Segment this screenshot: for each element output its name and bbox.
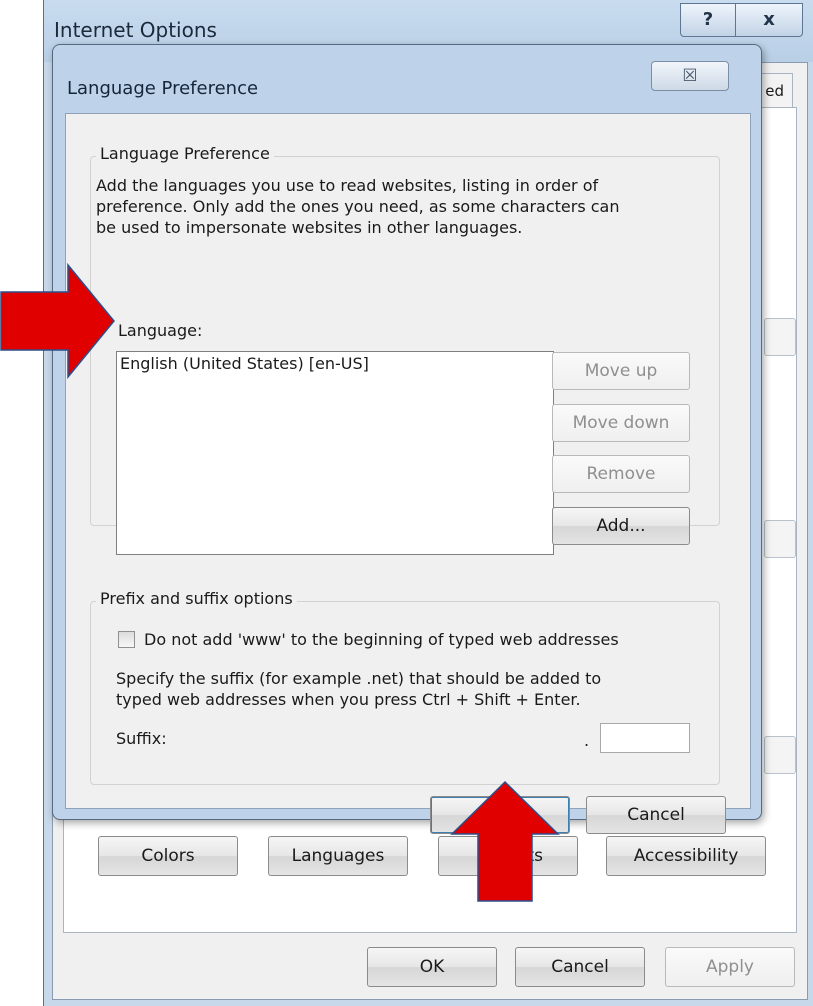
remove-button[interactable]: Remove (552, 455, 690, 493)
suffix-input[interactable] (600, 723, 690, 753)
language-description: Add the languages you use to read websit… (96, 175, 736, 238)
move-down-button[interactable]: Move down (552, 404, 690, 442)
dialog-close-button[interactable]: ☒ (651, 61, 729, 91)
suffix-description: Specify the suffix (for example .net) th… (116, 668, 716, 710)
accessibility-button[interactable]: Accessibility (606, 836, 766, 876)
language-list[interactable]: English (United States) [en-US] (116, 351, 554, 555)
window-title: Internet Options (54, 18, 217, 42)
description-line: typed web addresses when you press Ctrl … (116, 690, 581, 709)
hidden-button-edge (764, 736, 796, 774)
colors-button[interactable]: Colors (98, 836, 238, 876)
language-list-label: Language: (118, 321, 203, 340)
dialog-client-area: Language Preference Add the languages yo… (65, 113, 751, 834)
close-button[interactable]: x (735, 3, 803, 37)
apply-button[interactable]: Apply (665, 947, 795, 987)
right-arrow-annotation (0, 262, 115, 380)
hidden-button-edge (764, 318, 796, 356)
suffix-dot: . (584, 731, 590, 750)
dialog-cancel-button[interactable]: Cancel (586, 796, 726, 834)
www-checkbox[interactable] (118, 631, 135, 648)
www-checkbox-label[interactable]: Do not add 'www' to the beginning of typ… (144, 629, 619, 650)
dialog-title: Language Preference (67, 78, 259, 99)
tab-advanced-label: ed (765, 82, 784, 100)
add-button[interactable]: Add... (552, 507, 690, 545)
language-preference-dialog: Language Preference ☒ Language Preferenc… (52, 44, 762, 834)
description-line: preference. Only add the ones you need, … (96, 197, 620, 216)
languages-button[interactable]: Languages (268, 836, 408, 876)
hidden-button-edge (764, 520, 796, 558)
description-line: Specify the suffix (for example .net) th… (116, 669, 602, 688)
suffix-label: Suffix: (116, 729, 167, 748)
description-line: Add the languages you use to read websit… (96, 176, 599, 195)
up-arrow-annotation (450, 780, 560, 902)
list-item[interactable]: English (United States) [en-US] (120, 354, 369, 373)
close-icon: ☒ (682, 66, 698, 86)
language-group-legend: Language Preference (96, 144, 274, 163)
move-up-button[interactable]: Move up (552, 352, 690, 390)
cancel-button[interactable]: Cancel (515, 947, 645, 987)
ok-button[interactable]: OK (367, 947, 497, 987)
help-button[interactable]: ? (680, 3, 736, 37)
description-line: be used to impersonate websites in other… (96, 218, 523, 237)
prefix-suffix-legend: Prefix and suffix options (96, 589, 297, 608)
